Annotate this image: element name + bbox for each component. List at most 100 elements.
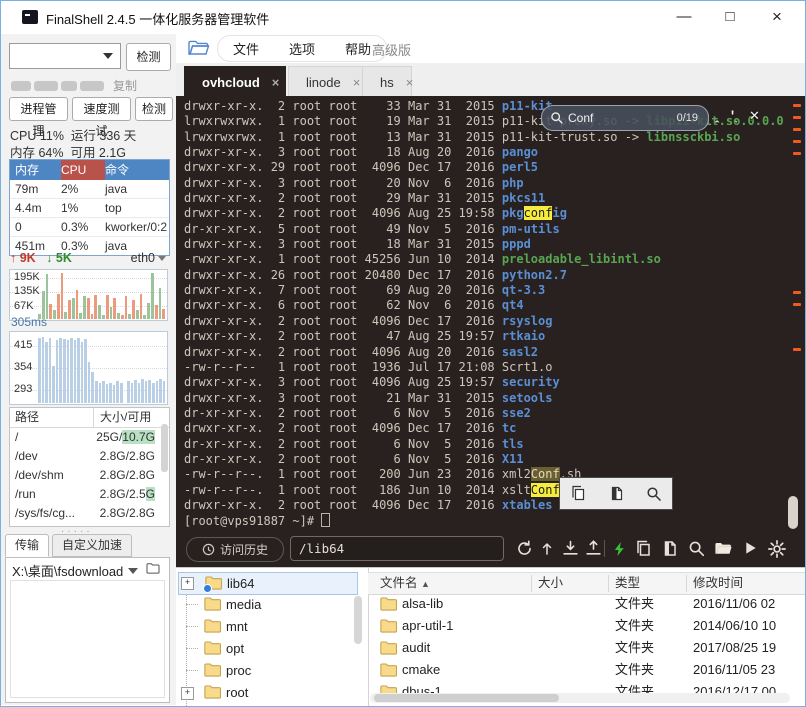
menu-bar: 文件选项帮助 <box>217 35 387 62</box>
parent-up-icon[interactable] <box>539 540 557 558</box>
interface-select[interactable]: eth0 <box>131 251 166 265</box>
search-match-marker <box>793 128 801 131</box>
network-header: ↑ 9K ↓ 5K eth0 <box>10 251 168 267</box>
sidebar-tab-0[interactable]: 传输 <box>5 534 49 557</box>
history-button[interactable]: 访问历史 <box>186 537 284 562</box>
tab-close-icon[interactable]: × <box>272 75 280 90</box>
process-table: 内存CPU命令79m2%java4.4m1%top00.3%kworker/0:… <box>9 159 170 256</box>
connection-combobox[interactable] <box>9 43 121 69</box>
process-row[interactable]: 4.4m1%top <box>10 199 169 218</box>
settings-icon[interactable] <box>768 540 786 558</box>
sync-badge-icon <box>203 584 212 593</box>
search-prev-icon[interactable]: ꞈ <box>715 108 719 123</box>
horizontal-scrollbar[interactable] <box>370 693 790 703</box>
sort-asc-icon: ▲ <box>421 579 430 589</box>
column-type[interactable]: 类型 <box>615 573 640 594</box>
search-icon[interactable] <box>646 486 662 502</box>
scrollbar[interactable] <box>161 424 168 472</box>
disk-table: 路径 大小/可用 /25G/10.7G/dev2.8G/2.8G/dev/shm… <box>9 407 170 527</box>
download-arrow-icon: ↓ <box>46 251 52 265</box>
title-bar: FinalShell 2.4.5 一体化服务器管理软件 — □ × <box>1 1 805 34</box>
process-row[interactable]: 00.3%kworker/0:2 <box>10 218 169 237</box>
file-row-apr-util-1[interactable]: apr-util-1文件夹2014/06/10 10 <box>368 615 805 637</box>
open-connection-folder-icon[interactable] <box>187 38 210 58</box>
terminal[interactable]: drwxr-xr-x. 2 root root 33 Mar 31 2015 p… <box>176 96 805 531</box>
paste-icon[interactable] <box>661 540 679 558</box>
sidebar-tab-1[interactable]: 自定义加速 <box>52 534 132 557</box>
sidebar-action-buttons: 进程管理速度测试检测 <box>9 97 173 121</box>
sidebar: 检测 复制 进程管理速度测试检测 CPU 11% 运行 336 天 内存 64%… <box>1 34 177 705</box>
terminal-scrollbar-thumb[interactable] <box>788 496 798 529</box>
run-command-icon[interactable] <box>743 540 761 558</box>
tree-item-media[interactable]: media <box>178 594 356 615</box>
disk-row[interactable]: /sys/fs/cg...2.8G/2.8G <box>10 504 169 523</box>
close-button[interactable]: × <box>762 5 792 29</box>
main-pane: 文件选项帮助 高级版 ovhcloud×linode×hs× drwxr-xr-… <box>176 34 805 705</box>
censored-host-text <box>34 81 58 91</box>
upload-icon[interactable] <box>585 540 603 558</box>
search-icon <box>550 111 564 125</box>
remote-path-input[interactable]: /lib64 <box>290 536 504 561</box>
transfer-list-empty <box>10 580 165 698</box>
process-row[interactable]: 79m2%java <box>10 180 169 199</box>
refresh-icon[interactable] <box>516 540 534 558</box>
copy-icon[interactable] <box>635 540 653 558</box>
session-tab-ovhcloud[interactable]: ovhcloud× <box>184 66 286 97</box>
tab-close-icon[interactable]: × <box>353 75 361 90</box>
edition-label: 高级版 <box>372 40 411 59</box>
search-next-icon[interactable]: ꞌ˯ <box>731 108 738 123</box>
copy-link[interactable]: 复制 <box>113 77 137 94</box>
sidebar-bottom-tabs: 传输自定义加速 <box>5 534 132 557</box>
session-tab-hs[interactable]: hs× <box>362 66 412 97</box>
minimize-button[interactable]: — <box>669 5 699 29</box>
search-icon[interactable] <box>688 540 706 558</box>
folder-icon <box>204 596 221 611</box>
tree-item-lib64[interactable]: lib64 <box>178 572 358 595</box>
action-button-0[interactable]: 进程管理 <box>9 97 68 121</box>
column-modified[interactable]: 修改时间 <box>693 573 743 594</box>
disk-row[interactable]: /dev2.8G/2.8G <box>10 447 169 466</box>
session-tab-bar: ovhcloud×linode×hs× <box>176 63 805 96</box>
session-tab-linode[interactable]: linode× <box>288 66 364 97</box>
search-match-marker <box>793 291 801 294</box>
tree-item-mnt[interactable]: mnt <box>178 616 356 637</box>
file-row-alsa-lib[interactable]: alsa-lib文件夹2016/11/06 02 <box>368 593 805 615</box>
speed-boost-icon[interactable] <box>612 540 630 558</box>
chevron-down-icon[interactable] <box>128 568 138 574</box>
search-match-marker <box>793 140 801 143</box>
paste-icon[interactable] <box>608 485 625 502</box>
action-button-2[interactable]: 检测 <box>135 97 173 121</box>
download-path[interactable]: X:\桌面\fsdownload <box>12 561 123 580</box>
open-folder-icon[interactable] <box>714 540 732 558</box>
censored-host-text <box>61 81 77 91</box>
search-close-icon[interactable]: ✕ <box>749 108 760 124</box>
folder-icon <box>204 618 221 633</box>
disk-row[interactable]: /run2.8G/2.5G <box>10 485 169 504</box>
tab-close-icon[interactable]: × <box>406 75 414 90</box>
file-row-cmake[interactable]: cmake文件夹2016/11/05 23 <box>368 659 805 681</box>
menu-item-0[interactable]: 文件 <box>218 39 274 58</box>
tree-expander-icon[interactable]: + <box>181 687 194 700</box>
network-chart: 195K 135K 67K <box>9 269 168 321</box>
detect-button-top[interactable]: 检测 <box>126 43 171 71</box>
file-row-audit[interactable]: audit文件夹2017/08/25 19 <box>368 637 805 659</box>
tree-expander-icon[interactable]: + <box>181 577 194 590</box>
menu-item-1[interactable]: 选项 <box>274 39 330 58</box>
disk-row[interactable]: /dev/shm2.8G/2.8G <box>10 466 169 485</box>
download-icon[interactable] <box>562 540 580 558</box>
tree-item-proc[interactable]: proc <box>178 660 356 681</box>
copy-icon[interactable] <box>570 485 587 502</box>
column-filename[interactable]: 文件名 ▲ <box>380 573 430 595</box>
tree-item-root[interactable]: root <box>178 682 356 703</box>
disk-row[interactable]: /25G/10.7G <box>10 428 169 447</box>
menu-row: 文件选项帮助 高级版 <box>176 34 805 63</box>
column-size[interactable]: 大小 <box>538 573 563 594</box>
scrollbar[interactable] <box>354 596 362 644</box>
terminal-search-box[interactable]: Conf 0/19 <box>541 105 709 131</box>
maximize-button[interactable]: □ <box>715 5 745 29</box>
tree-item-opt[interactable]: opt <box>178 638 356 659</box>
censored-host-text <box>80 81 104 91</box>
folder-icon[interactable] <box>146 562 160 574</box>
action-button-1[interactable]: 速度测试 <box>72 97 131 121</box>
folder-icon <box>204 662 221 677</box>
